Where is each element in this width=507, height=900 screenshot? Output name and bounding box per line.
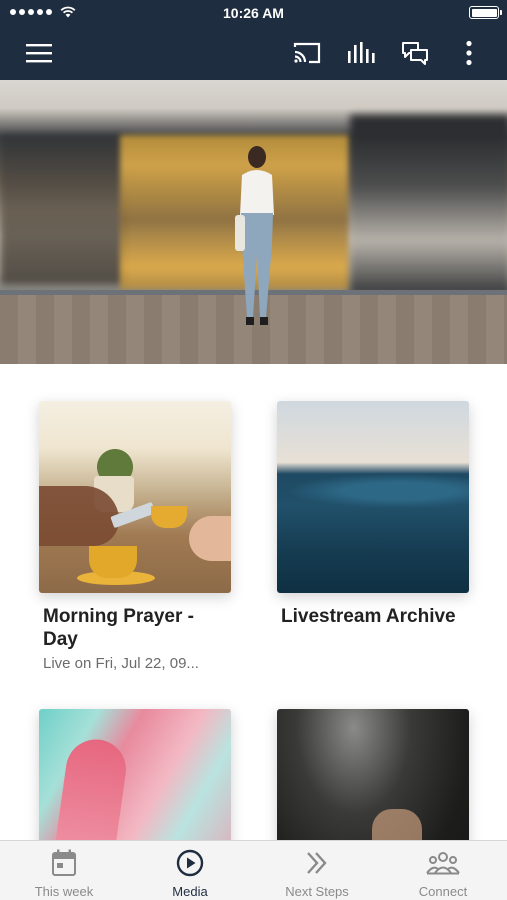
- tab-next-steps[interactable]: Next Steps: [254, 841, 380, 900]
- tab-bar: This week Media Next Steps Connect: [0, 840, 507, 900]
- app-bar: [0, 26, 507, 80]
- group-icon: [380, 849, 506, 877]
- card-image: [39, 401, 231, 593]
- calendar-icon: [1, 849, 127, 877]
- chat-icon[interactable]: [400, 38, 430, 68]
- tab-label: This week: [34, 884, 94, 899]
- card-title: Livestream Archive: [281, 606, 456, 627]
- equalizer-icon[interactable]: [346, 38, 376, 68]
- play-circle-icon: [127, 849, 253, 877]
- card-image: [277, 401, 469, 593]
- status-time: 10:26 AM: [223, 5, 284, 21]
- tab-label: Media: [172, 884, 208, 899]
- media-card[interactable]: Livestream Archive: [277, 401, 469, 628]
- cast-icon[interactable]: [292, 38, 322, 68]
- media-grid: Morning Prayer - Day Live on Fri, Jul 22…: [0, 364, 507, 900]
- person-figure: [235, 146, 274, 325]
- card-subtitle: Live on Fri, Jul 22, 09...: [43, 655, 199, 672]
- tab-connect[interactable]: Connect: [380, 841, 506, 900]
- card-title: Morning Prayer - Day: [43, 606, 194, 650]
- battery-icon: [469, 6, 502, 19]
- hero-image: [0, 80, 507, 364]
- more-vertical-icon[interactable]: [454, 38, 484, 68]
- double-chevron-right-icon: [254, 849, 380, 877]
- media-card[interactable]: Morning Prayer - Day Live on Fri, Jul 22…: [39, 401, 231, 672]
- status-bar: 10:26 AM: [0, 0, 507, 26]
- tab-this-week[interactable]: This week: [1, 841, 127, 900]
- tab-label: Next Steps: [285, 884, 349, 899]
- tab-media[interactable]: Media: [127, 841, 253, 900]
- tab-label: Connect: [418, 884, 468, 899]
- menu-icon[interactable]: [24, 38, 54, 68]
